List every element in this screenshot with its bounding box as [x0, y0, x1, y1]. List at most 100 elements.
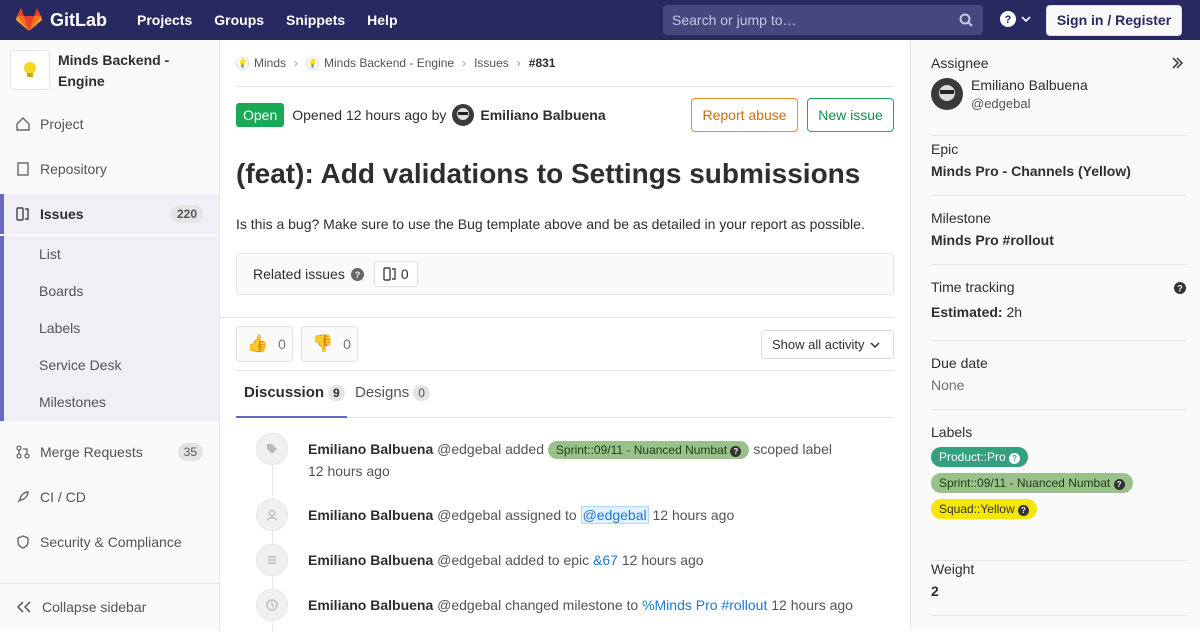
show-all-label: Show all activity	[772, 337, 865, 352]
breadcrumb-separator: ›	[294, 56, 299, 70]
issues-icon	[383, 267, 396, 281]
project-header[interactable]: Minds Backend - Engine	[0, 40, 219, 102]
author-name[interactable]: Emiliano Balbuena	[480, 107, 605, 123]
event-handle: @edgebal	[437, 507, 502, 523]
label-product-pro[interactable]: Product::Pro ?	[931, 447, 1029, 467]
submenu-list[interactable]: List	[4, 236, 219, 273]
milestone-link[interactable]: %Minds Pro #rollout	[642, 597, 767, 613]
label-sprint[interactable]: Sprint::09/11 - Nuanced Numbat ?	[931, 473, 1133, 493]
event-time: 12 hours ago	[621, 552, 704, 568]
event-author[interactable]: Emiliano Balbuena	[308, 552, 433, 568]
event-time: 12 hours ago	[308, 463, 390, 480]
labels-heading: Labels	[931, 424, 973, 440]
sidebar-label: CI / CD	[40, 489, 86, 505]
tag-icon	[256, 433, 288, 465]
signin-button[interactable]: Sign in / Register	[1046, 5, 1182, 36]
breadcrumb-project[interactable]: Minds Backend - Engine	[324, 56, 454, 70]
group-avatar-icon: 💡	[236, 56, 249, 70]
sidebar-item-ci-cd[interactable]: CI / CD	[0, 477, 219, 517]
issue-description: Is this a bug? Make sure to use the Bug …	[236, 216, 865, 232]
gitlab-logo[interactable]: GitLab	[16, 8, 107, 32]
label-squad-yellow[interactable]: Squad::Yellow ?	[931, 499, 1037, 519]
event-action: assigned to	[505, 507, 577, 523]
user-mention-link[interactable]: @edgebal	[580, 506, 649, 524]
chevron-down-icon	[1021, 16, 1031, 23]
related-count-pill[interactable]: 0	[373, 261, 418, 287]
question-icon: ?	[730, 446, 742, 458]
timeline-event: Emiliano Balbuena @edgebal assigned to @…	[308, 506, 735, 524]
event-author[interactable]: Emiliano Balbuena	[308, 597, 433, 613]
sidebar-item-merge-requests[interactable]: Merge Requests 35	[0, 432, 219, 472]
sidebar-item-repository[interactable]: Repository	[0, 149, 219, 189]
sidebar-label: Merge Requests	[40, 444, 143, 460]
related-issues-block: Related issues ? 0	[236, 253, 894, 295]
question-icon[interactable]: ?	[350, 267, 364, 281]
tab-designs[interactable]: Designs 0	[355, 371, 430, 418]
new-issue-button[interactable]: New issue	[807, 98, 894, 132]
sidebar-item-issues[interactable]: Issues 220	[0, 194, 219, 234]
issue-tabs: Discussion 9 Designs 0	[236, 371, 894, 418]
submenu-labels[interactable]: Labels	[4, 310, 219, 347]
epic-value[interactable]: Minds Pro - Channels (Yellow)	[931, 163, 1186, 179]
epic-link[interactable]: &67	[593, 552, 618, 568]
question-icon[interactable]: ?	[1174, 282, 1186, 294]
submenu-boards[interactable]: Boards	[4, 273, 219, 310]
epic-icon	[256, 544, 288, 576]
collapse-sidebar-button[interactable]: Collapse sidebar	[0, 583, 219, 630]
tab-discussion[interactable]: Discussion 9	[236, 371, 347, 418]
submenu-service-desk[interactable]: Service Desk	[4, 347, 219, 384]
issue-right-sidebar: Assignee Emiliano Balbuena @edgebal Epic…	[910, 40, 1200, 630]
thumbs-up-icon: 👍	[247, 334, 269, 353]
sidebar-item-project[interactable]: Project	[0, 104, 219, 144]
label-text: Sprint::09/11 - Nuanced Numbat	[939, 476, 1111, 490]
issue-header: Open Opened 12 hours ago by Emiliano Bal…	[236, 98, 894, 132]
assignee-avatar[interactable]	[931, 78, 963, 110]
sidebar-label: Security & Compliance	[40, 534, 182, 550]
breadcrumb: 💡 Minds › 💡 Minds Backend - Engine › Issue…	[236, 40, 894, 87]
thumbs-down-icon: 👎	[312, 334, 334, 353]
user-icon	[256, 499, 288, 531]
tab-designs-label: Designs	[355, 384, 410, 401]
nav-groups[interactable]: Groups	[214, 12, 264, 28]
due-date-value: None	[931, 377, 965, 393]
submenu-milestones[interactable]: Milestones	[4, 384, 219, 421]
sidebar-item-security[interactable]: Security & Compliance	[0, 522, 219, 562]
event-author[interactable]: Emiliano Balbuena	[308, 441, 433, 457]
help-dropdown[interactable]: ?	[1000, 11, 1032, 27]
due-date-block: Due date None	[931, 355, 1186, 410]
related-count: 0	[400, 266, 409, 282]
nav-help[interactable]: Help	[367, 12, 397, 28]
question-icon: ?	[1017, 505, 1029, 516]
tab-designs-count: 0	[413, 385, 430, 401]
author-avatar[interactable]	[452, 104, 475, 126]
report-abuse-button[interactable]: Report abuse	[691, 98, 798, 132]
status-badge: Open	[236, 103, 285, 127]
assignee-handle: @edgebal	[971, 96, 1031, 111]
assignee-name[interactable]: Emiliano Balbuena	[971, 77, 1088, 93]
event-time: 12 hours ago	[652, 507, 735, 523]
book-icon	[17, 162, 29, 176]
breadcrumb-issues[interactable]: Issues	[474, 56, 509, 70]
nav-snippets[interactable]: Snippets	[286, 12, 345, 28]
breadcrumb-minds[interactable]: Minds	[254, 56, 286, 70]
event-author[interactable]: Emiliano Balbuena	[308, 507, 433, 523]
show-all-activity-dropdown[interactable]: Show all activity	[761, 330, 894, 359]
search-input[interactable]: Search or jump to…	[663, 5, 983, 35]
milestone-value[interactable]: Minds Pro #rollout	[931, 232, 1186, 248]
thumbs-up-button[interactable]: 👍 0	[236, 326, 293, 362]
breadcrumb-issue-number[interactable]: #831	[529, 56, 556, 70]
project-avatar	[10, 50, 50, 90]
weight-value: 2	[931, 583, 939, 599]
issues-submenu: List Boards Labels Service Desk Mileston…	[0, 236, 219, 421]
label-sprint[interactable]: Sprint::09/11 - Nuanced Numbat ?	[547, 441, 750, 460]
assignee-block: Assignee Emiliano Balbuena @edgebal	[931, 55, 1186, 136]
time-tracking-block: Time tracking ? Estimated: 2h	[931, 279, 1186, 341]
top-navbar: GitLab Projects Groups Snippets Help Sea…	[0, 0, 1200, 40]
project-sidebar: Minds Backend - Engine Project Repository…	[0, 40, 220, 630]
thumbs-down-button[interactable]: 👎 0	[301, 326, 358, 362]
event-handle: @edgebal	[437, 441, 502, 457]
breadcrumb-separator: ›	[462, 56, 467, 70]
sidebar-label: Repository	[40, 161, 107, 177]
nav-projects[interactable]: Projects	[137, 12, 192, 28]
thumbs-up-count: 0	[278, 336, 286, 352]
